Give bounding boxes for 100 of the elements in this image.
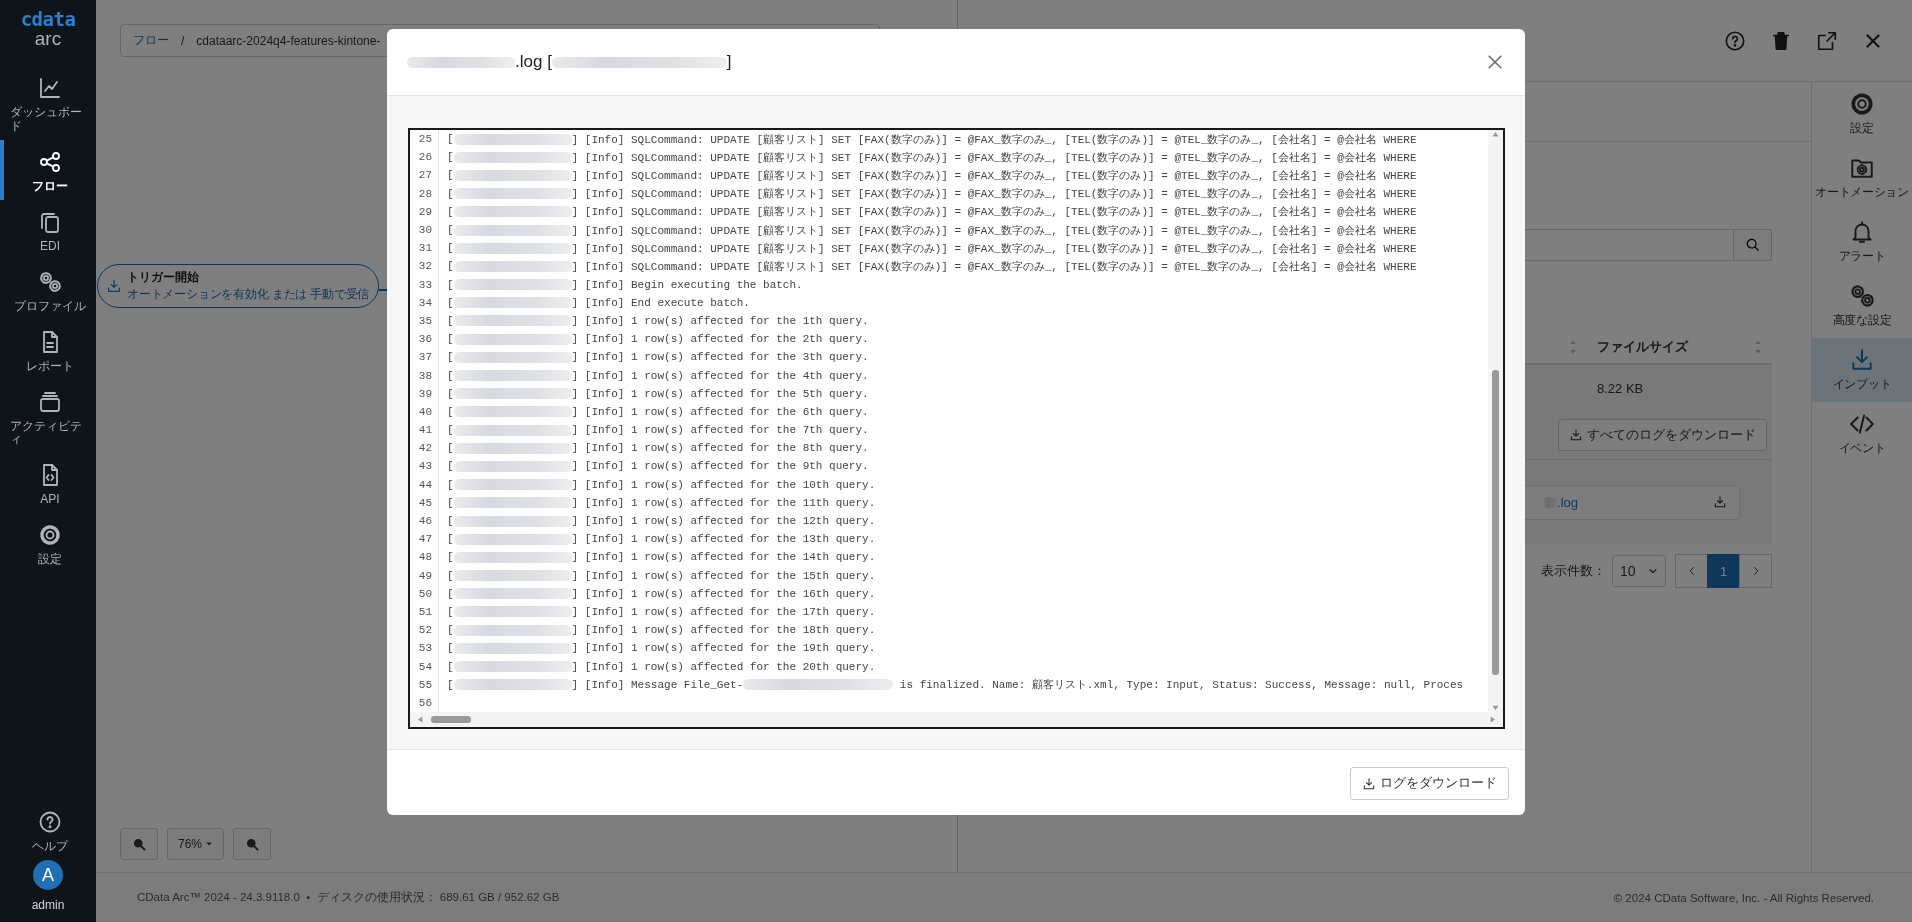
line-number: 52 (410, 621, 439, 640)
bell-icon (1849, 219, 1875, 245)
line-number: 25 (410, 130, 439, 149)
download-all-button[interactable]: すべてのログをダウンロード (1558, 419, 1767, 451)
log-text: [ (447, 278, 454, 291)
dialog-title: ] (726, 52, 732, 72)
line-number: 51 (410, 602, 439, 622)
sidebar-item[interactable]: レポート (0, 319, 96, 380)
previous-page-button[interactable] (1675, 554, 1708, 588)
vertical-scrollbar[interactable] (1488, 130, 1503, 712)
log-text: ] [Info] 1 row(s) affected for the 8th query. (571, 442, 869, 455)
sidebar-item[interactable]: EDI (0, 199, 96, 260)
gears-icon (38, 269, 62, 294)
log-text: ] [Info] 1 row(s) affected for the 9th query. (571, 460, 869, 473)
log-text: ] [Info] 1 row(s) affected for the 14th query. (571, 551, 876, 564)
help-item[interactable]: ヘルプ (0, 800, 96, 860)
breadcrumb-link[interactable]: フロー (133, 32, 169, 49)
log-text: ] [Info] 1 row(s) affected for the 18th query. (571, 624, 876, 637)
line-number: 44 (410, 475, 439, 494)
breadcrumb-separator: / (181, 33, 185, 48)
sidebar-item[interactable]: プロファイル (0, 259, 96, 320)
log-text: [ (447, 660, 454, 673)
log-text: [ (447, 460, 454, 473)
panel-tab[interactable]: イベント (1812, 402, 1912, 466)
down-arrow-icon (1491, 703, 1500, 712)
horizontal-scrollbar[interactable] (410, 712, 1503, 727)
sidebar-item[interactable]: ダッシュボード (0, 66, 96, 140)
log-text: [ (447, 296, 454, 309)
search-button[interactable] (1734, 229, 1772, 261)
log-text: [ (447, 224, 454, 237)
log-text: ] [Info] 1 row(s) affected for the 5th query. (571, 387, 869, 400)
log-text: ] [Info] Begin executing the batch. (571, 278, 803, 291)
log-text: [ (447, 405, 454, 418)
log-text: [ (447, 478, 454, 491)
line-number: 33 (410, 275, 439, 294)
line-number: 42 (410, 439, 439, 458)
download-icon (106, 278, 122, 294)
node-subtitle: オートメーションを有効化 または 手動で受信 (127, 286, 370, 303)
line-number: 50 (410, 584, 439, 603)
scrollbar-thumb[interactable] (431, 716, 471, 723)
log-text: [ (447, 424, 454, 437)
scrollbar-thumb[interactable] (1492, 370, 1499, 675)
log-text: [ (447, 496, 454, 509)
line-number: 31 (410, 239, 439, 258)
line-number: 47 (410, 530, 439, 549)
page-size-select[interactable]: 10 (1612, 555, 1666, 587)
right-arrow-icon (1488, 715, 1497, 724)
settings-icon (38, 523, 62, 548)
log-text: [ (447, 260, 454, 273)
sidebar-item[interactable]: API (0, 453, 96, 514)
product-name: arc (34, 29, 62, 48)
zoom-out-button[interactable] (233, 828, 272, 860)
code-icon (1849, 411, 1875, 437)
layers-icon (38, 389, 62, 414)
line-number: 39 (410, 384, 439, 403)
log-text: ] [Info] End execute batch. (571, 296, 750, 309)
gears-icon (1849, 283, 1875, 309)
panel-tab[interactable]: オートメーション (1812, 146, 1912, 210)
chart-icon (38, 76, 62, 100)
log-text: [ (447, 605, 454, 618)
file-name[interactable]: .log (1557, 494, 1578, 510)
sidebar-item[interactable]: 設定 (0, 513, 96, 574)
log-text: ] [Info] 1 row(s) affected for the 2th query. (571, 333, 869, 346)
sidebar-item[interactable]: アクティビティ (0, 379, 96, 454)
line-number: 28 (410, 184, 439, 203)
page-button[interactable]: 1 (1707, 554, 1740, 588)
log-text: [ (447, 242, 454, 255)
brand-logo: cdata (20, 10, 76, 29)
sort-icon (1569, 340, 1577, 354)
panel-tab[interactable]: アラート (1812, 210, 1912, 274)
dialog-title: .log [ (515, 52, 552, 72)
line-number: 53 (410, 639, 439, 658)
flow-node[interactable]: トリガー開始 オートメーションを有効化 または 手動で受信 (97, 264, 380, 308)
panel-tab[interactable]: 設定 (1812, 82, 1912, 146)
log-text: ] [Info] SQLCommand: UPDATE [顧客リスト] SET [FAX(数字のみ)] = @FAX_数字のみ_, [TEL(数字のみ)] = @TEL_数字のみ_, [会社名] = @会社名 WHERE (571, 205, 1417, 220)
log-text: ] [Info] SQLCommand: UPDATE [顧客リスト] SET [FAX(数字のみ)] = @FAX_数字のみ_, [TEL(数字のみ)] = @TEL_数字のみ_, [会社名] = @会社名 WHERE (571, 150, 1417, 165)
log-text: [ (447, 533, 454, 546)
search-icon (1744, 237, 1761, 253)
log-text: [ (447, 387, 454, 400)
line-number: 36 (410, 330, 439, 349)
log-text: [ (447, 351, 454, 364)
download-log-button[interactable]: ログをダウンロード (1350, 767, 1509, 800)
panel-tab[interactable]: インプット (1812, 338, 1912, 402)
log-text: ] [Info] 1 row(s) affected for the 7th query. (571, 424, 869, 437)
log-text: ] [Info] 1 row(s) affected for the 16th query. (571, 587, 876, 600)
log-text: [ (447, 515, 454, 528)
settings-icon (1849, 91, 1875, 117)
version-info: CData Arc™ 2024 - 24.3.9118.0 • ディスクの使用状況： 689.61 GB / 952.62 GB (137, 890, 560, 905)
line-number: 35 (410, 311, 439, 331)
line-number: 26 (410, 148, 439, 167)
column-header[interactable]: ファイルサイズ (1597, 338, 1688, 356)
log-text: [ (447, 642, 454, 655)
user-avatar[interactable]: A (33, 860, 63, 890)
download-icon (1849, 347, 1875, 373)
log-text: [ (447, 551, 454, 564)
zoom-dropdown[interactable]: 76% (167, 828, 225, 860)
sort-icon (1754, 340, 1762, 354)
zoom-in-button[interactable] (120, 828, 158, 860)
panel-tab[interactable]: 高度な設定 (1812, 274, 1912, 338)
log-text: ] [Info] SQLCommand: UPDATE [顧客リスト] SET [FAX(数字のみ)] = @FAX_数字のみ_, [TEL(数字のみ)] = @TEL_数字のみ_, [会社名] = @会社名 WHERE (571, 132, 1417, 147)
